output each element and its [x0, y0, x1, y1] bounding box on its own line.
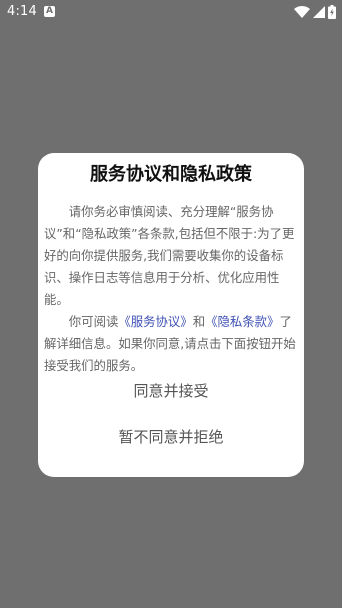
privacy-terms-link[interactable]: 《隐私条款》: [205, 314, 279, 329]
privacy-dialog: 服务协议和隐私政策 请你务必审慎阅读、充分理解“服务协议”和“隐私政策”各条款,…: [38, 153, 304, 477]
paragraph-prefix-text: 你可阅读: [68, 314, 119, 329]
dialog-title: 服务协议和隐私政策: [90, 164, 252, 185]
cellular-signal-icon: [313, 6, 325, 18]
service-agreement-link[interactable]: 《服务协议》: [118, 314, 192, 329]
status-bar: 4:14 A: [0, 0, 342, 24]
dialog-body: 请你务必审慎阅读、充分理解“服务协议”和“隐私政策”各条款,包括但不限于:为了更…: [44, 201, 296, 377]
accept-button[interactable]: 同意并接受: [38, 377, 304, 405]
dialog-paragraph-intro: 请你务必审慎阅读、充分理解“服务协议”和“隐私政策”各条款,包括但不限于:为了更…: [44, 204, 295, 307]
reject-button[interactable]: 暂不同意并拒绝: [38, 423, 304, 451]
status-time: 4:14: [7, 4, 37, 19]
dialog-paragraph-links: 你可阅读《服务协议》和《隐私条款》了解详细信息。如果你同意,请点击下面按钮开始接…: [44, 311, 296, 377]
notification-a-icon: A: [44, 6, 55, 17]
status-icons: [294, 4, 336, 20]
battery-charging-icon: [328, 5, 336, 19]
wifi-icon: [294, 6, 310, 18]
paragraph-and-text: 和: [192, 314, 206, 329]
